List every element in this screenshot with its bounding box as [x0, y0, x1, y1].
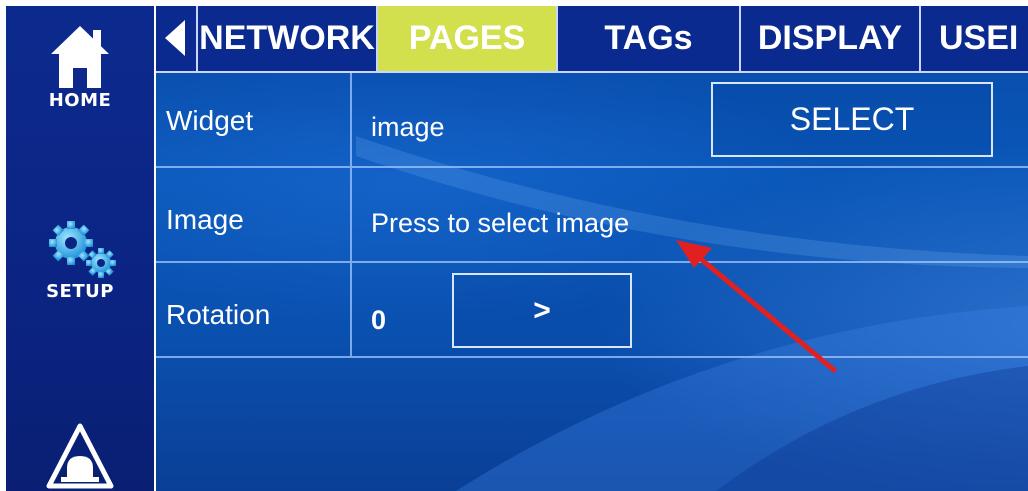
- sidebar-item-label: HOME: [48, 90, 112, 111]
- name-cell: Widget: [156, 73, 352, 166]
- property-label-image: Image: [166, 204, 244, 235]
- rotation-value: 0: [371, 305, 387, 335]
- sidebar-item-setup[interactable]: SETUP: [6, 221, 154, 302]
- widget-value: image: [371, 112, 445, 142]
- property-row-rotation: Rotation 0 >: [156, 263, 1028, 358]
- back-arrow-icon: [165, 20, 185, 56]
- rotation-next-button[interactable]: >: [452, 273, 632, 348]
- name-cell: Rotation: [156, 263, 352, 356]
- tab-tags[interactable]: TAGs: [558, 6, 741, 71]
- sidebar-item-alarm[interactable]: [6, 416, 154, 491]
- home-icon: [6, 20, 154, 90]
- name-cell: Image: [156, 168, 352, 261]
- tab-bar: NETWORK PAGES TAGs DISPLAY USEI: [156, 6, 1028, 73]
- alarm-icon: [6, 416, 154, 491]
- sidebar-item-home[interactable]: HOME: [6, 20, 154, 111]
- tab-display[interactable]: DISPLAY: [741, 6, 921, 71]
- property-row-widget: Widget image SELECT: [156, 73, 1028, 168]
- tab-network[interactable]: NETWORK: [198, 6, 378, 71]
- gears-icon: [16, 221, 154, 281]
- main-panel: NETWORK PAGES TAGs DISPLAY USEI Widget i…: [156, 6, 1028, 491]
- hmi-screen: HOME SETUP NETWORK PAGES TAGs DISPLAY US…: [0, 0, 1028, 491]
- tab-user[interactable]: USEI: [921, 6, 1028, 71]
- tab-back-button[interactable]: [156, 6, 198, 71]
- sidebar: HOME SETUP: [6, 6, 154, 491]
- sidebar-item-label: SETUP: [46, 281, 114, 302]
- property-label-widget: Widget: [166, 105, 254, 136]
- property-label-rotation: Rotation: [166, 299, 271, 330]
- select-widget-button[interactable]: SELECT: [711, 82, 993, 157]
- property-row-image: Image Press to select image: [156, 168, 1028, 263]
- tab-pages[interactable]: PAGES: [378, 6, 558, 71]
- select-image-field[interactable]: Press to select image: [371, 208, 629, 239]
